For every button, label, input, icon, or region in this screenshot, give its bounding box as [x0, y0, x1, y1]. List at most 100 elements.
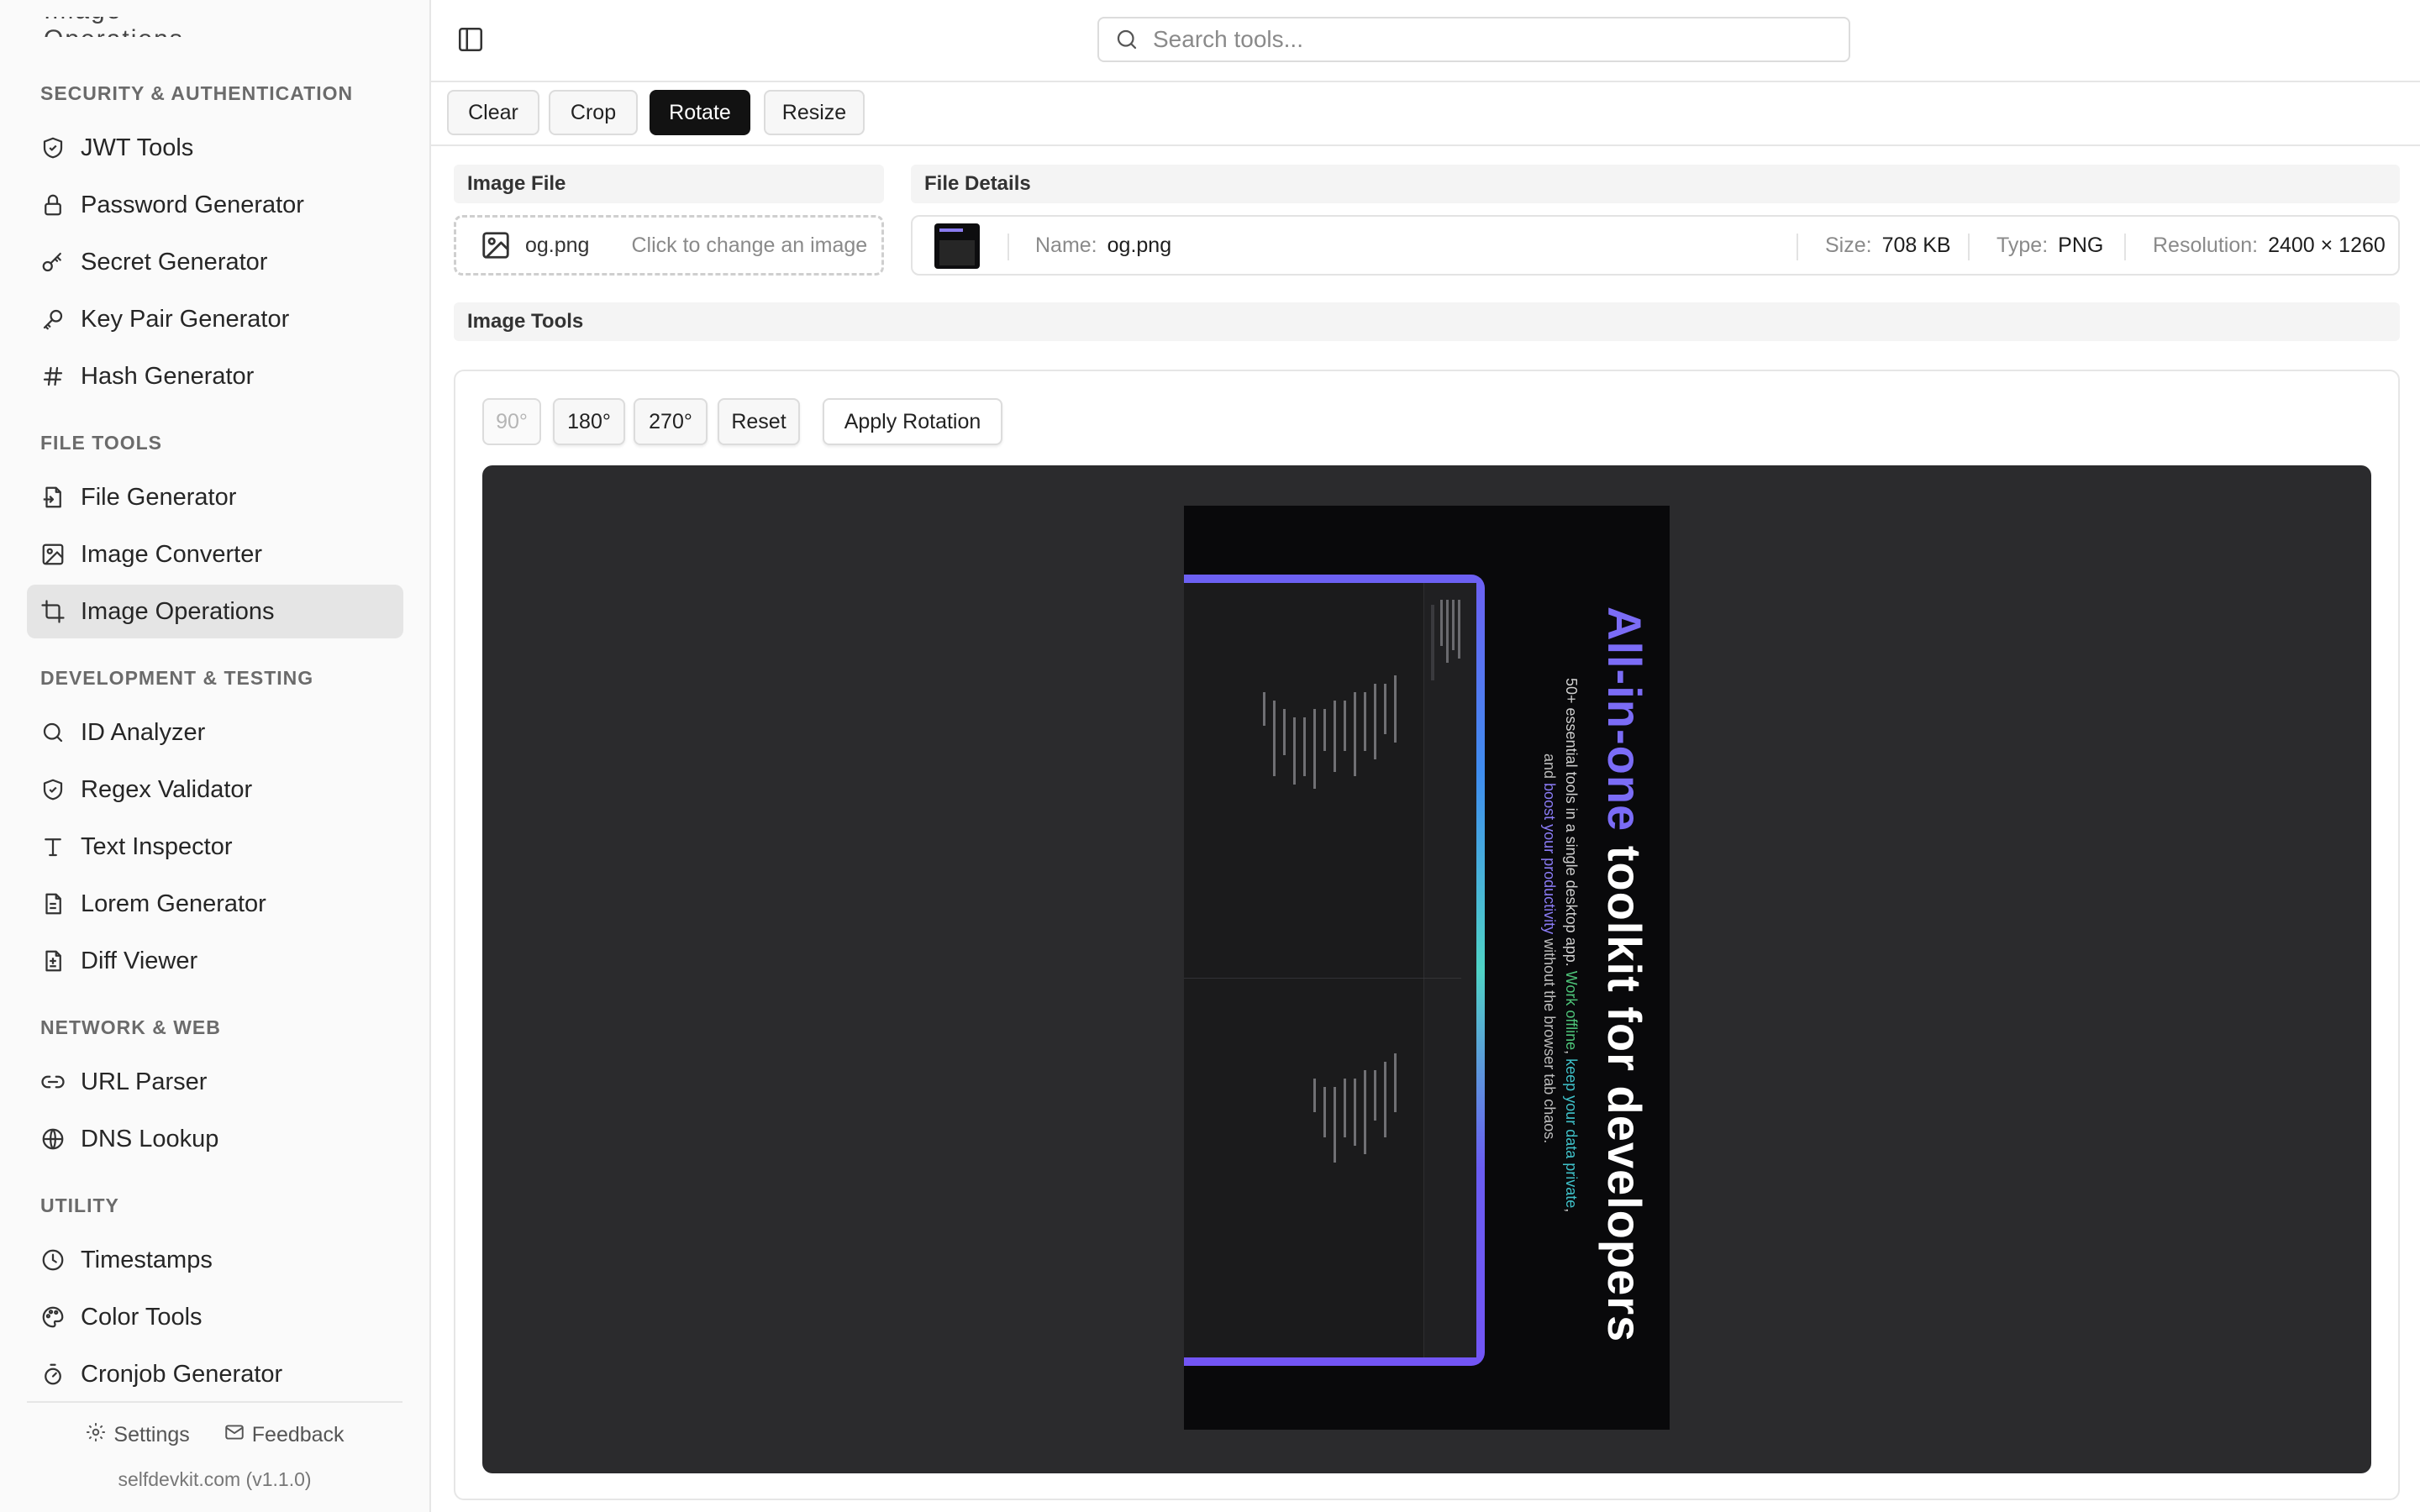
search-box[interactable]: [1097, 17, 1850, 62]
subline-highlight-private: keep your data private: [1563, 1058, 1580, 1209]
mockup-sidebar: [1423, 583, 1476, 1357]
type-icon: [39, 832, 67, 861]
file-resolution-label: Resolution:: [2153, 234, 2259, 257]
key-round-icon: [39, 248, 67, 276]
sidebar-item-label: Lorem Generator: [81, 890, 266, 917]
apply-rotation-button[interactable]: Apply Rotation: [823, 398, 1002, 445]
file-name-label: Name:: [1035, 234, 1097, 257]
promo-subline-1: 50+ essential tools in a single desktop …: [1562, 678, 1580, 1212]
sidebar-item-label: Cronjob Generator: [81, 1360, 283, 1388]
subline-text: and: [1541, 753, 1558, 784]
subline-text: without the browser tab chaos.: [1541, 934, 1558, 1144]
promo-headline: All-in-one toolkit for developers: [1597, 606, 1652, 1342]
sidebar-item-id-analyzer[interactable]: ID Analyzer: [27, 706, 403, 759]
section-title-development: DEVELOPMENT & TESTING: [40, 667, 314, 689]
subline-text: ,: [1563, 1050, 1580, 1059]
file-type-label: Type:: [1996, 234, 2049, 257]
selected-file-name: og.png: [525, 233, 590, 257]
sidebar-item-hash-generator[interactable]: Hash Generator: [27, 349, 403, 403]
sidebar-item-image-operations[interactable]: Image Operations: [27, 585, 403, 638]
sidebar-item-timestamps[interactable]: Timestamps: [27, 1233, 403, 1287]
sidebar-item-label: URL Parser: [81, 1068, 208, 1095]
reset-rotation-button[interactable]: Reset: [718, 398, 800, 445]
sidebar-item-url-parser[interactable]: URL Parser: [27, 1055, 403, 1109]
operation-toolbar: Clear Crop Rotate Resize: [431, 81, 2420, 146]
image-file-dropzone[interactable]: og.png Click to change an image: [454, 215, 884, 276]
file-text-icon: [39, 890, 67, 918]
key-icon: [39, 305, 67, 333]
sidebar-item-secret-generator[interactable]: Secret Generator: [27, 235, 403, 289]
divider: [1968, 234, 1970, 260]
rotate-180-button[interactable]: 180°: [553, 398, 625, 445]
clear-button[interactable]: Clear: [447, 90, 539, 135]
file-in-icon: [39, 483, 67, 512]
search-input[interactable]: [1151, 25, 1810, 54]
resize-button[interactable]: Resize: [764, 90, 865, 135]
subline-highlight-productivity: boost your productivity: [1541, 783, 1558, 935]
sidebar-item-regex-validator[interactable]: Regex Validator: [27, 763, 403, 816]
sidebar-scroll-area[interactable]: Image Operations SECURITY & AUTHENTICATI…: [0, 0, 429, 1401]
file-diff-icon: [39, 947, 67, 975]
section-title-security: SECURITY & AUTHENTICATION: [40, 82, 354, 104]
rotate-90-button[interactable]: 90°: [482, 398, 541, 445]
sidebar-item-label: Image Operations: [81, 597, 275, 625]
globe-icon: [39, 1125, 67, 1153]
mail-icon: [224, 1421, 245, 1449]
file-size-value: 708 KB: [1881, 234, 1951, 257]
timer-icon: [39, 1360, 67, 1389]
file-type-value: PNG: [2058, 234, 2104, 257]
sidebar-clipped-item: Image Operations: [44, 17, 203, 37]
sidebar-item-key-pair-generator[interactable]: Key Pair Generator: [27, 292, 403, 346]
feedback-link[interactable]: Feedback: [224, 1421, 345, 1449]
subline-highlight-offline: Work offline: [1563, 970, 1580, 1051]
top-bar: [431, 0, 2420, 82]
gear-icon: [85, 1421, 107, 1449]
settings-label: Settings: [113, 1423, 190, 1446]
search-icon: [39, 718, 67, 747]
sidebar-toggle-icon[interactable]: [456, 25, 485, 54]
search-icon: [1114, 27, 1151, 52]
image-icon: [39, 540, 67, 569]
sidebar-item-text-inspector[interactable]: Text Inspector: [27, 820, 403, 874]
sidebar-item-password-generator[interactable]: Password Generator: [27, 178, 403, 232]
subline-text: ,: [1563, 1208, 1580, 1213]
file-name-field: Name: og.png: [1035, 234, 1171, 258]
divider: [2124, 234, 2126, 260]
file-resolution-value: 2400 × 1260: [2268, 234, 2386, 257]
section-title-utility: UTILITY: [40, 1194, 119, 1216]
section-title-file-tools: FILE TOOLS: [40, 432, 163, 454]
app-version[interactable]: selfdevkit.com (v1.1.0): [27, 1468, 402, 1491]
file-size-label: Size:: [1825, 234, 1872, 257]
image-file-heading: Image File: [454, 165, 884, 203]
link-icon: [39, 1068, 67, 1096]
sidebar-item-file-generator[interactable]: File Generator: [27, 470, 403, 524]
lock-icon: [39, 191, 67, 219]
file-resolution-field: Resolution: 2400 × 1260: [2153, 234, 2386, 258]
sidebar-item-label: Secret Generator: [81, 248, 268, 276]
app-screenshot-mockup: [1184, 575, 1485, 1366]
sidebar-item-dns-lookup[interactable]: DNS Lookup: [27, 1112, 403, 1166]
section-title-network: NETWORK & WEB: [40, 1016, 221, 1038]
sidebar-item-diff-viewer[interactable]: Diff Viewer: [27, 934, 403, 988]
sidebar-item-label: Image Converter: [81, 540, 262, 568]
settings-link[interactable]: Settings: [85, 1421, 190, 1449]
shield-check-icon: [39, 775, 67, 804]
rotated-image-preview: All-in-one toolkit for developers 50+ es…: [1184, 506, 1670, 1430]
sidebar-item-image-converter[interactable]: Image Converter: [27, 528, 403, 581]
feedback-label: Feedback: [251, 1423, 345, 1446]
file-name-value: og.png: [1107, 234, 1172, 257]
file-details-panel: Name: og.png Size: 708 KB Type: PNG Resolut…: [911, 215, 2400, 276]
shield-icon: [39, 134, 67, 162]
crop-icon: [39, 597, 67, 626]
sidebar-item-cronjob-generator[interactable]: Cronjob Generator: [27, 1347, 403, 1401]
sidebar-item-color-tools[interactable]: Color Tools: [27, 1290, 403, 1344]
sidebar-item-jwt-tools[interactable]: JWT Tools: [27, 121, 403, 175]
sidebar-item-label: Hash Generator: [81, 362, 255, 390]
divider: [1797, 234, 1798, 260]
rotate-button[interactable]: Rotate: [650, 90, 750, 135]
subline-text: 50+ essential tools in a single desktop …: [1563, 678, 1580, 971]
crop-button[interactable]: Crop: [549, 90, 638, 135]
sidebar-item-lorem-generator[interactable]: Lorem Generator: [27, 877, 403, 931]
rotate-270-button[interactable]: 270°: [634, 398, 708, 445]
image-icon: [480, 229, 525, 261]
